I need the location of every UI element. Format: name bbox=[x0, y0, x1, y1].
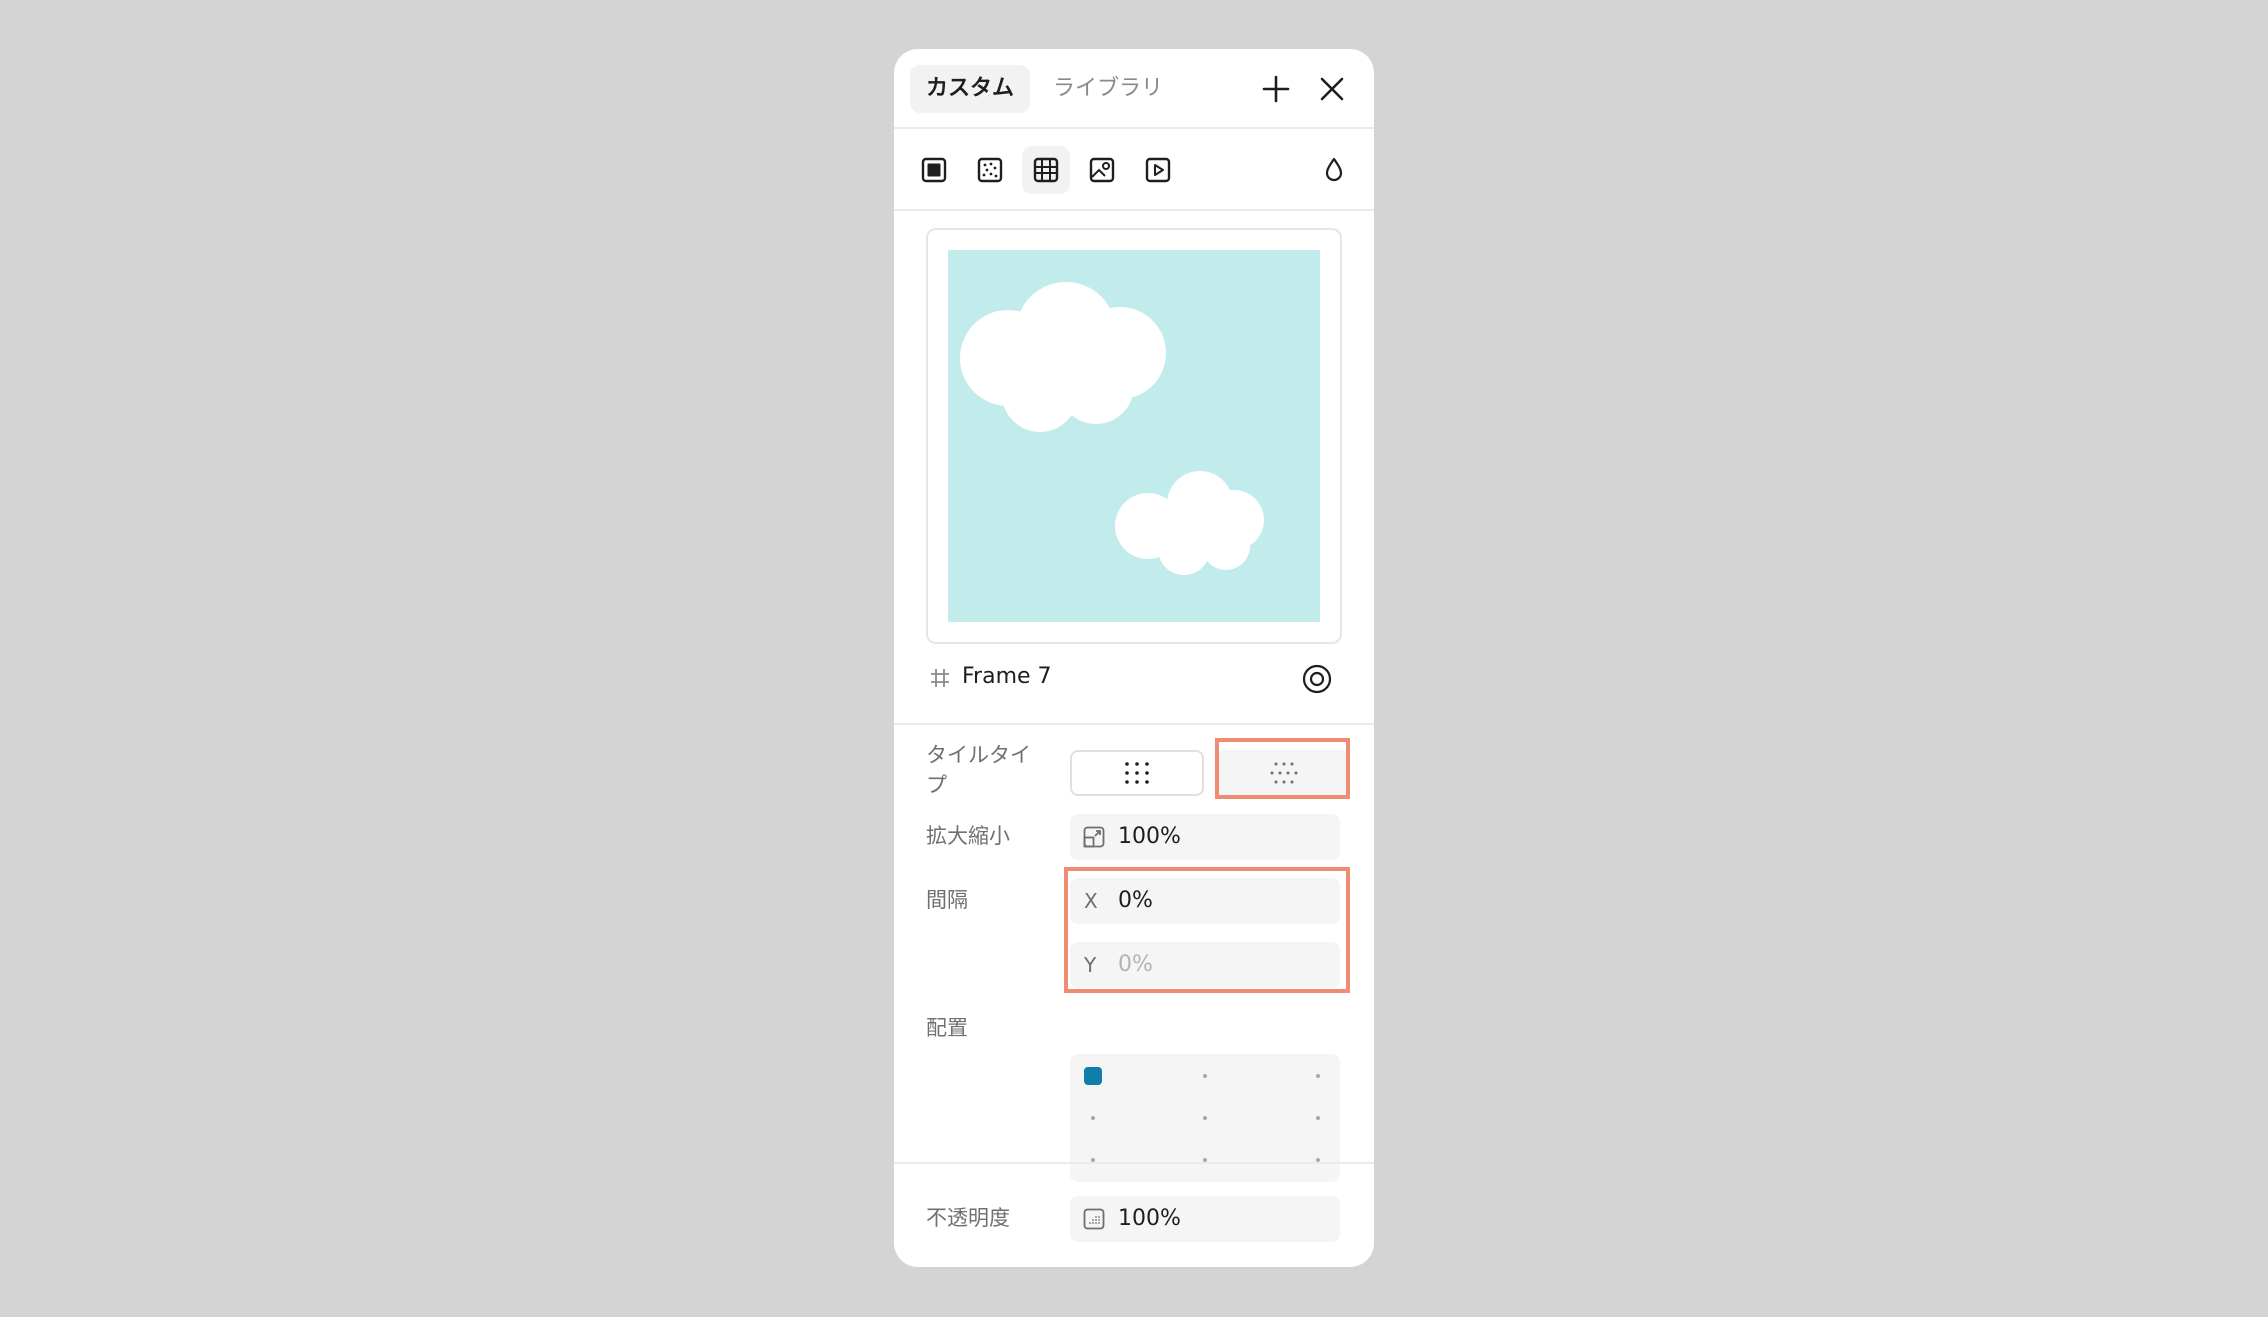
spacing-x-value: 0% bbox=[1118, 888, 1153, 913]
alignment-top-center[interactable] bbox=[1203, 1074, 1207, 1078]
plus-icon bbox=[1262, 75, 1290, 103]
opacity-field[interactable]: 100% bbox=[1070, 1196, 1340, 1242]
image-fill-icon bbox=[1089, 157, 1115, 183]
image-fill-button[interactable] bbox=[1078, 146, 1126, 194]
opacity-icon bbox=[1083, 1208, 1105, 1230]
tile-type-offset-option[interactable] bbox=[1216, 750, 1350, 796]
tile-type-grid-option[interactable] bbox=[1070, 750, 1204, 796]
solid-fill-icon bbox=[921, 157, 947, 183]
scale-value: 100% bbox=[1118, 824, 1181, 849]
alignment-middle-right[interactable] bbox=[1316, 1116, 1320, 1120]
noise-fill-button[interactable] bbox=[966, 146, 1014, 194]
alignment-center[interactable] bbox=[1203, 1116, 1207, 1120]
add-button[interactable] bbox=[1258, 71, 1294, 107]
spacing-y-prefix: Y bbox=[1084, 953, 1097, 977]
opacity-label: 不透明度 bbox=[926, 1206, 1010, 1230]
tile-type-label: タイルタイプ bbox=[926, 743, 1031, 797]
scale-icon bbox=[1083, 826, 1105, 848]
spacing-label: 間隔 bbox=[926, 888, 968, 912]
panel-header: カスタム ライブラリ bbox=[894, 49, 1374, 128]
pattern-preview[interactable] bbox=[926, 228, 1342, 644]
tab-custom[interactable]: カスタム bbox=[910, 65, 1031, 113]
fill-panel: カスタム ライブラリ Frame 7 タイルタイプ 拡大縮小 100% 間隔 X… bbox=[894, 49, 1374, 1267]
scale-field[interactable]: 100% bbox=[1070, 814, 1340, 860]
tab-library[interactable]: ライブラリ bbox=[1037, 65, 1179, 113]
pattern-fill-icon bbox=[1033, 157, 1059, 183]
source-frame-name: Frame 7 bbox=[962, 664, 1052, 689]
video-fill-button[interactable] bbox=[1134, 146, 1182, 194]
target-icon[interactable] bbox=[1300, 662, 1334, 696]
spacing-x-field[interactable]: X 0% bbox=[1070, 878, 1340, 924]
preview-image bbox=[948, 250, 1320, 622]
close-button[interactable] bbox=[1314, 71, 1350, 107]
offset-tile-icon bbox=[1270, 762, 1298, 784]
alignment-top-left-selected[interactable] bbox=[1084, 1067, 1102, 1085]
blend-mode-button[interactable] bbox=[1310, 146, 1358, 194]
scale-label: 拡大縮小 bbox=[926, 824, 1010, 848]
alignment-label: 配置 bbox=[926, 1016, 968, 1040]
pattern-fill-button[interactable] bbox=[1022, 146, 1070, 194]
frame-hash-icon bbox=[931, 669, 949, 687]
spacing-y-placeholder: 0% bbox=[1118, 952, 1153, 977]
divider bbox=[894, 209, 1374, 211]
spacing-y-field[interactable]: Y 0% bbox=[1070, 942, 1340, 988]
video-fill-icon bbox=[1145, 157, 1171, 183]
divider bbox=[894, 127, 1374, 129]
divider bbox=[894, 723, 1374, 725]
alignment-top-right[interactable] bbox=[1316, 1074, 1320, 1078]
solid-fill-button[interactable] bbox=[910, 146, 958, 194]
noise-fill-icon bbox=[977, 157, 1003, 183]
alignment-middle-left[interactable] bbox=[1091, 1116, 1095, 1120]
source-frame-row[interactable]: Frame 7 bbox=[894, 656, 1374, 704]
close-icon bbox=[1320, 77, 1344, 101]
opacity-value: 100% bbox=[1118, 1206, 1181, 1231]
grid-tile-icon bbox=[1125, 762, 1149, 784]
spacing-x-prefix: X bbox=[1084, 889, 1098, 913]
blend-mode-drop-icon bbox=[1325, 157, 1343, 182]
divider bbox=[894, 1162, 1374, 1164]
